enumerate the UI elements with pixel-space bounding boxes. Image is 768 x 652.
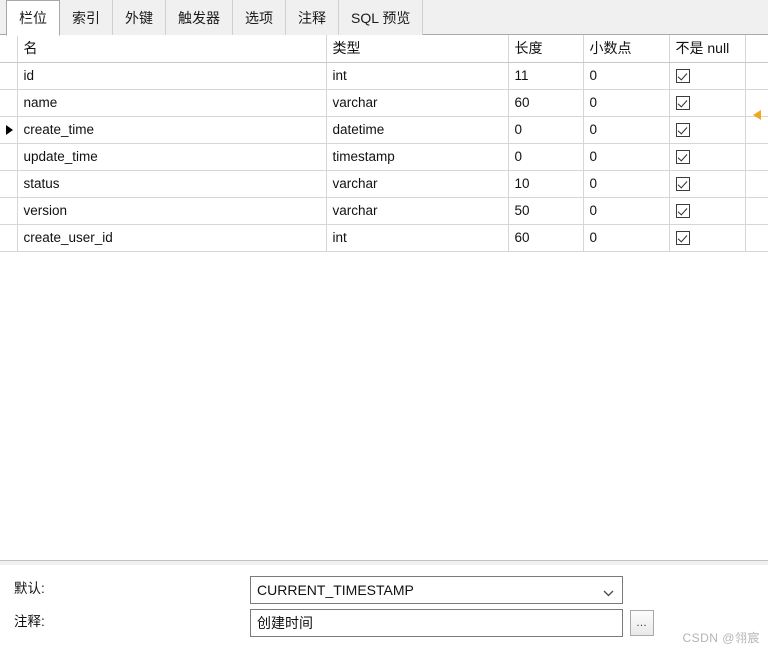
- checkbox-checked-icon[interactable]: [675, 69, 690, 84]
- checkbox-checked-icon[interactable]: [675, 96, 690, 111]
- tab-3[interactable]: 触发器: [165, 0, 233, 35]
- field-type-cell[interactable]: timestamp: [326, 143, 509, 171]
- checkbox-checked-icon[interactable]: [675, 123, 690, 138]
- field-not-null-cell[interactable]: [669, 116, 746, 144]
- row-filler-cell: [745, 197, 768, 225]
- field-length-cell[interactable]: 50: [508, 197, 584, 225]
- row-selector-cell[interactable]: [0, 143, 18, 171]
- field-decimals-cell[interactable]: 0: [583, 197, 670, 225]
- row-selector-cell[interactable]: [0, 170, 18, 198]
- tab-4[interactable]: 选项: [232, 0, 286, 35]
- checkbox-checked-icon[interactable]: [675, 177, 690, 192]
- default-value-input[interactable]: [250, 576, 623, 604]
- watermark-text: CSDN @翎宸: [682, 631, 760, 645]
- column-header-type[interactable]: 类型: [326, 35, 509, 63]
- table-row[interactable]: update_time timestamp 0 0: [0, 143, 768, 171]
- row-filler-cell: [745, 116, 768, 144]
- row-filler-cell: [745, 170, 768, 198]
- field-type-cell[interactable]: varchar: [326, 170, 509, 198]
- row-selector-cell[interactable]: [0, 116, 18, 144]
- header-filler: [745, 35, 768, 63]
- field-decimals-cell[interactable]: 0: [583, 89, 670, 117]
- column-header-length[interactable]: 长度: [508, 35, 584, 63]
- column-header-not-null[interactable]: 不是 null: [669, 35, 746, 63]
- default-row: 默认:: [14, 577, 74, 597]
- field-type-cell[interactable]: varchar: [326, 197, 509, 225]
- comment-label: 注释:: [14, 614, 45, 629]
- field-name-cell[interactable]: create_time: [17, 116, 327, 144]
- field-name-cell[interactable]: status: [17, 170, 327, 198]
- checkbox-checked-icon[interactable]: [675, 150, 690, 165]
- field-not-null-cell[interactable]: [669, 143, 746, 171]
- field-not-null-cell[interactable]: [669, 197, 746, 225]
- field-type-cell[interactable]: int: [326, 62, 509, 90]
- field-type-cell[interactable]: varchar: [326, 89, 509, 117]
- field-decimals-cell[interactable]: 0: [583, 143, 670, 171]
- checkbox-checked-icon[interactable]: [675, 231, 690, 246]
- field-name-cell[interactable]: version: [17, 197, 327, 225]
- field-type-cell[interactable]: int: [326, 224, 509, 252]
- tab-2[interactable]: 外键: [112, 0, 166, 35]
- fields-table: 名 类型 长度 小数点 不是 null id int 11 0 name varchar 6…: [0, 35, 768, 252]
- table-body: id int 11 0 name varchar 60 0 create_time datetim…: [0, 62, 768, 252]
- field-length-cell[interactable]: 60: [508, 89, 584, 117]
- field-name-cell[interactable]: create_user_id: [17, 224, 327, 252]
- row-selector-cell[interactable]: [0, 224, 18, 252]
- field-length-cell[interactable]: 0: [508, 143, 584, 171]
- field-length-cell[interactable]: 11: [508, 62, 584, 90]
- header-gutter: [0, 35, 18, 63]
- fields-grid[interactable]: 名 类型 长度 小数点 不是 null id int 11 0 name varchar 6…: [0, 35, 768, 560]
- field-decimals-cell[interactable]: 0: [583, 170, 670, 198]
- field-decimals-cell[interactable]: 0: [583, 116, 670, 144]
- table-row[interactable]: version varchar 50 0: [0, 197, 768, 225]
- table-row[interactable]: status varchar 10 0: [0, 170, 768, 198]
- column-header-name[interactable]: 名: [17, 35, 327, 63]
- field-length-cell[interactable]: 10: [508, 170, 584, 198]
- field-details-panel: 默认: 注释: … CSDN @翎宸: [0, 560, 768, 652]
- field-length-cell[interactable]: 0: [508, 116, 584, 144]
- field-name-cell[interactable]: update_time: [17, 143, 327, 171]
- field-decimals-cell[interactable]: 0: [583, 224, 670, 252]
- field-name-cell[interactable]: id: [17, 62, 327, 90]
- chevron-down-icon[interactable]: [603, 587, 614, 597]
- row-selector-cell[interactable]: [0, 62, 18, 90]
- current-row-arrow-icon: [6, 125, 13, 136]
- table-row[interactable]: id int 11 0: [0, 62, 768, 90]
- field-not-null-cell[interactable]: [669, 224, 746, 252]
- field-not-null-cell[interactable]: [669, 89, 746, 117]
- row-selector-cell[interactable]: [0, 197, 18, 225]
- table-header-row: 名 类型 长度 小数点 不是 null: [0, 35, 768, 63]
- tab-bar: 栏位 索引 外键 触发器 选项 注释 SQL 预览: [0, 0, 768, 36]
- row-filler-cell: [745, 62, 768, 90]
- field-not-null-cell[interactable]: [669, 170, 746, 198]
- column-header-decimals[interactable]: 小数点: [583, 35, 670, 63]
- field-length-cell[interactable]: 60: [508, 224, 584, 252]
- scroll-position-marker-icon: [753, 110, 761, 120]
- tab-6[interactable]: SQL 预览: [338, 0, 424, 35]
- row-filler-cell: [745, 143, 768, 171]
- tab-1[interactable]: 索引: [59, 0, 113, 35]
- table-row[interactable]: create_user_id int 60 0: [0, 224, 768, 252]
- tab-5[interactable]: 注释: [285, 0, 339, 35]
- field-name-cell[interactable]: name: [17, 89, 327, 117]
- comment-value-input[interactable]: [250, 609, 623, 637]
- row-selector-cell[interactable]: [0, 89, 18, 117]
- comment-row: 注释:: [14, 610, 74, 630]
- row-filler-cell: [745, 224, 768, 252]
- default-label: 默认:: [14, 581, 45, 596]
- table-row[interactable]: create_time datetime 0 0: [0, 116, 768, 144]
- table-row[interactable]: name varchar 60 0: [0, 89, 768, 117]
- comment-more-button[interactable]: …: [630, 610, 654, 636]
- checkbox-checked-icon[interactable]: [675, 204, 690, 219]
- tab-0[interactable]: 栏位: [6, 0, 60, 36]
- field-not-null-cell[interactable]: [669, 62, 746, 90]
- field-decimals-cell[interactable]: 0: [583, 62, 670, 90]
- field-type-cell[interactable]: datetime: [326, 116, 509, 144]
